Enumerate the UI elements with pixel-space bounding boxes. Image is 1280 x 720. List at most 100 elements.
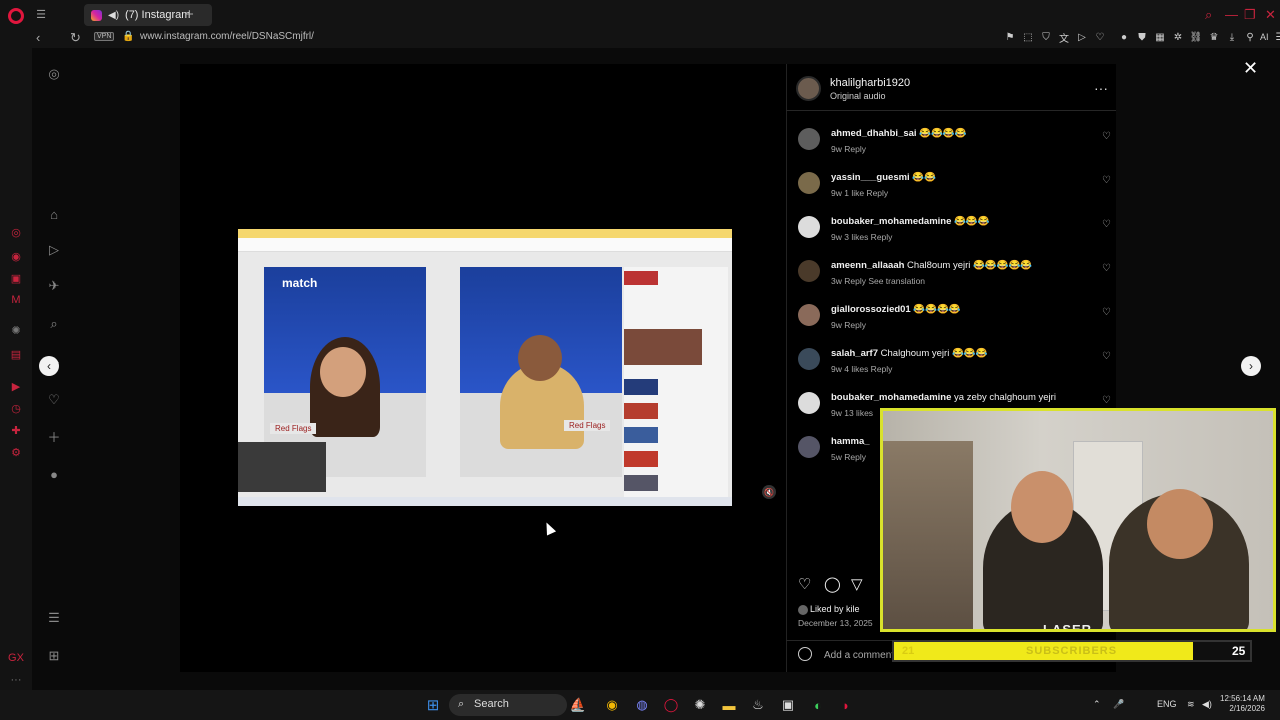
like-comment-icon[interactable]: ♡ (1102, 219, 1111, 230)
avatar[interactable] (798, 304, 820, 326)
comment-user[interactable]: hamma_ (831, 436, 870, 447)
discord-icon[interactable]: ◍ (634, 697, 650, 713)
liked-by[interactable]: Liked by kile (798, 604, 860, 615)
comment-meta[interactable]: 3w Reply See translation (831, 276, 925, 286)
like-comment-icon[interactable]: ♡ (1102, 395, 1111, 406)
heart-bookmark-icon[interactable]: ♡ (1094, 31, 1106, 43)
mute-button[interactable]: 🔇 (762, 485, 776, 499)
messages-icon[interactable]: ✈ (46, 278, 62, 294)
extension-red-icon[interactable]: ⛊ (1136, 31, 1148, 43)
extensions-icon[interactable]: ✚ (8, 422, 24, 438)
author-name[interactable]: khalilgharbi1920 (830, 77, 910, 89)
speaker-icon[interactable]: ◀) (108, 10, 119, 21)
translate-icon[interactable]: 文 (1058, 31, 1070, 45)
vpn-badge[interactable]: VPN (94, 32, 115, 41)
instagram-icon[interactable]: ▣ (8, 270, 24, 286)
create-icon[interactable]: ＋ (46, 428, 62, 445)
back-icon[interactable]: ‹ (36, 30, 40, 45)
reload-icon[interactable]: ↻ (70, 30, 81, 46)
player-icon[interactable]: ▶ (8, 378, 24, 394)
microphone-icon[interactable]: 🎤 (1113, 699, 1124, 710)
comment-user[interactable]: salah_arf7 (831, 348, 878, 359)
extension-puzzle-icon[interactable]: ▦ (1154, 31, 1166, 43)
new-tab-button[interactable]: + (185, 6, 194, 23)
extension-blue-icon[interactable]: ● (1118, 31, 1130, 43)
settings-icon[interactable]: ⚙ (8, 444, 24, 460)
chatgpt-icon[interactable]: ✺ (8, 322, 24, 338)
language-indicator[interactable]: ENG (1157, 699, 1177, 709)
home-icon[interactable]: ⌂ (46, 206, 62, 222)
author-avatar[interactable] (796, 76, 821, 101)
share-icon[interactable]: ▽ (851, 575, 863, 593)
send-icon[interactable]: ▷ (1076, 31, 1088, 43)
like-comment-icon[interactable]: ♡ (1102, 307, 1111, 318)
avatar[interactable] (798, 392, 820, 414)
comment-user[interactable]: yassin___guesmi (831, 172, 910, 183)
more-options-icon[interactable]: ··· (1094, 80, 1108, 96)
more-menu-icon[interactable]: ☰ (46, 610, 62, 626)
avatar[interactable] (798, 348, 820, 370)
capcut-icon[interactable]: ▣ (780, 697, 796, 713)
avatar[interactable] (798, 216, 820, 238)
comment-user[interactable]: boubaker_mohamedamine (831, 216, 951, 227)
menu-icon[interactable]: ☰ (1274, 31, 1280, 43)
download-icon[interactable]: ⤓ (1226, 31, 1238, 43)
clock[interactable]: 12:56:14 AM 2/16/2026 (1220, 694, 1265, 714)
search-tabs-icon[interactable]: ⌕ (1205, 7, 1212, 23)
instagram-logo-icon[interactable]: ◎ (46, 66, 62, 82)
opera-icon[interactable]: ◯ (663, 697, 679, 713)
app-icon[interactable]: ◗ (838, 697, 854, 713)
shield-icon[interactable]: ⛉ (1040, 31, 1052, 43)
like-comment-icon[interactable]: ♡ (1102, 263, 1111, 274)
lock-icon[interactable]: 🔒 (122, 31, 134, 42)
comment-meta[interactable]: 9w 4 likes Reply (831, 364, 892, 374)
volume-icon[interactable]: ◀) (1202, 699, 1212, 710)
avatar[interactable] (798, 260, 820, 282)
url-field[interactable]: www.instagram.com/reel/DSNaSCmjfrl/ (140, 31, 314, 42)
widget-icon[interactable]: ⛵ (570, 697, 586, 713)
comment-meta[interactable]: 9w Reply (831, 144, 866, 154)
extension-link-icon[interactable]: ⛓ (1190, 31, 1203, 43)
like-comment-icon[interactable]: ♡ (1102, 131, 1111, 142)
avatar[interactable] (798, 172, 820, 194)
tabs-menu-icon[interactable]: ☰ (34, 8, 48, 21)
avatar[interactable] (798, 436, 820, 458)
ai-label[interactable]: AI (1260, 32, 1269, 42)
like-icon[interactable]: ♡ (798, 575, 811, 593)
file-explorer-icon[interactable]: ▬ (721, 697, 737, 713)
speed-dial-icon[interactable]: ◎ (8, 224, 24, 240)
previous-reel-button[interactable]: ‹ (39, 356, 59, 376)
whatsapp-icon[interactable]: ◐ (810, 697, 826, 713)
comment-meta[interactable]: 5w Reply (831, 452, 866, 462)
ai-icon[interactable]: ⚲ (1244, 31, 1256, 43)
close-window-icon[interactable]: ✕ (1265, 7, 1276, 23)
add-comment-input[interactable]: Add a comment... (824, 650, 902, 661)
gx-icon[interactable]: GX (8, 650, 24, 666)
comment-user[interactable]: giallorossozied01 (831, 304, 911, 315)
mail-icon[interactable]: M (8, 292, 24, 308)
comment-meta[interactable]: 9w 13 likes (831, 408, 873, 418)
profile-avatar-icon[interactable]: ● (46, 466, 62, 482)
extension-crown-icon[interactable]: ♛ (1208, 31, 1220, 43)
reel-video[interactable]: match Red Flags Red Flags (238, 229, 732, 506)
threads-icon[interactable]: ⊞ (46, 648, 62, 664)
minimize-icon[interactable]: — (1225, 7, 1238, 22)
bookmark-icon[interactable]: ⚑ (1004, 31, 1016, 43)
comment-meta[interactable]: 9w Reply (831, 320, 866, 330)
comment-meta[interactable]: 9w 1 like Reply (831, 188, 888, 198)
comment-meta[interactable]: 9w 3 likes Reply (831, 232, 892, 242)
chrome-icon[interactable]: ◉ (604, 697, 620, 713)
opera-logo-icon[interactable] (8, 8, 24, 24)
wifi-icon[interactable]: ≋ (1187, 699, 1195, 710)
notifications-icon[interactable]: ♡ (46, 392, 62, 408)
steam-icon[interactable]: ♨ (750, 697, 766, 713)
emoji-icon[interactable] (798, 647, 812, 661)
like-comment-icon[interactable]: ♡ (1102, 175, 1111, 186)
more-sidebar-icon[interactable]: ··· (8, 672, 24, 688)
messenger-icon[interactable]: ◉ (8, 248, 24, 264)
extension-gear-icon[interactable]: ✲ (1172, 31, 1184, 43)
comment-icon[interactable]: ◯ (824, 575, 841, 593)
audio-label[interactable]: Original audio (830, 91, 886, 101)
comment-user[interactable]: boubaker_mohamedamine (831, 392, 951, 403)
search-icon[interactable]: ⌕ (46, 316, 62, 332)
